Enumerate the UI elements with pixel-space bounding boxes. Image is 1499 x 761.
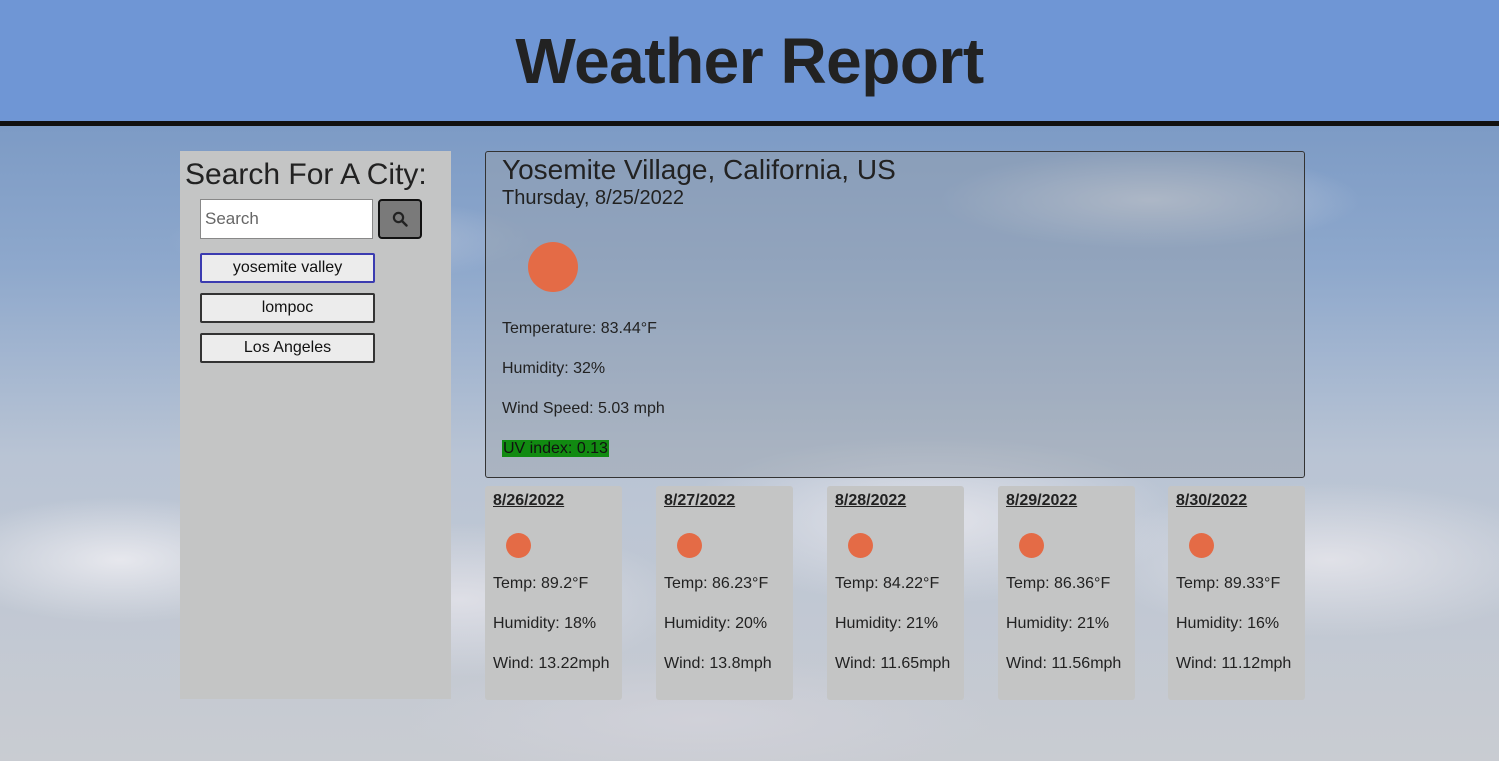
forecast-wind: Wind: 11.65mph <box>835 655 951 672</box>
forecast-wind: Wind: 13.8mph <box>664 655 772 672</box>
search-icon <box>392 211 408 227</box>
current-weather-card: Yosemite Village, California, US Thursda… <box>485 151 1305 478</box>
forecast-date: 8/26/2022 <box>493 492 565 509</box>
uv-index-badge: UV index: 0.13 <box>502 440 609 457</box>
forecast-card: 8/26/2022 Temp: 89.2°F Humidity: 18% Win… <box>485 486 622 700</box>
forecast-card: 8/30/2022 Temp: 89.33°F Humidity: 16% Wi… <box>1168 486 1305 700</box>
current-date: Thursday, 8/25/2022 <box>502 187 684 209</box>
forecast-humidity: Humidity: 16% <box>1176 615 1280 632</box>
forecast-wind: Wind: 11.12mph <box>1176 655 1292 672</box>
forecast-humidity: Humidity: 18% <box>493 615 597 632</box>
sun-icon <box>848 533 873 558</box>
search-sidebar: Search For A City: yosemite valley lompo… <box>180 151 451 699</box>
forecast-date: 8/28/2022 <box>835 492 907 509</box>
sun-icon <box>677 533 702 558</box>
forecast-temp: Temp: 86.23°F <box>664 575 769 592</box>
forecast-card: 8/28/2022 Temp: 84.22°F Humidity: 21% Wi… <box>827 486 964 700</box>
history-button-los-angeles[interactable]: Los Angeles <box>200 333 375 363</box>
current-humidity: Humidity: 32% <box>502 360 606 377</box>
forecast-date: 8/27/2022 <box>664 492 736 509</box>
forecast-date: 8/30/2022 <box>1176 492 1248 509</box>
forecast-temp: Temp: 86.36°F <box>1006 575 1111 592</box>
search-input[interactable] <box>200 199 373 239</box>
forecast-temp: Temp: 89.33°F <box>1176 575 1281 592</box>
sun-icon <box>1019 533 1044 558</box>
forecast-humidity: Humidity: 21% <box>1006 615 1110 632</box>
history-button-yosemite-valley[interactable]: yosemite valley <box>200 253 375 283</box>
forecast-temp: Temp: 84.22°F <box>835 575 940 592</box>
page-header: Weather Report <box>0 0 1499 126</box>
forecast-date: 8/29/2022 <box>1006 492 1078 509</box>
search-row <box>200 199 422 239</box>
sun-icon <box>506 533 531 558</box>
current-wind-speed: Wind Speed: 5.03 mph <box>502 400 665 417</box>
current-temperature: Temperature: 83.44°F <box>502 320 657 337</box>
current-location: Yosemite Village, California, US <box>502 154 896 185</box>
forecast-card: 8/29/2022 Temp: 86.36°F Humidity: 21% Wi… <box>998 486 1135 700</box>
forecast-temp: Temp: 89.2°F <box>493 575 589 592</box>
forecast-card: 8/27/2022 Temp: 86.23°F Humidity: 20% Wi… <box>656 486 793 700</box>
sun-icon <box>1189 533 1214 558</box>
search-history: yosemite valley lompoc Los Angeles <box>200 253 375 373</box>
forecast-humidity: Humidity: 21% <box>835 615 939 632</box>
history-button-lompoc[interactable]: lompoc <box>200 293 375 323</box>
forecast-wind: Wind: 11.56mph <box>1006 655 1122 672</box>
forecast-humidity: Humidity: 20% <box>664 615 768 632</box>
sun-icon <box>528 242 578 292</box>
forecast-wind: Wind: 13.22mph <box>493 655 610 672</box>
search-button[interactable] <box>378 199 422 239</box>
page-title: Weather Report <box>515 24 984 97</box>
search-heading: Search For A City: <box>185 158 427 191</box>
